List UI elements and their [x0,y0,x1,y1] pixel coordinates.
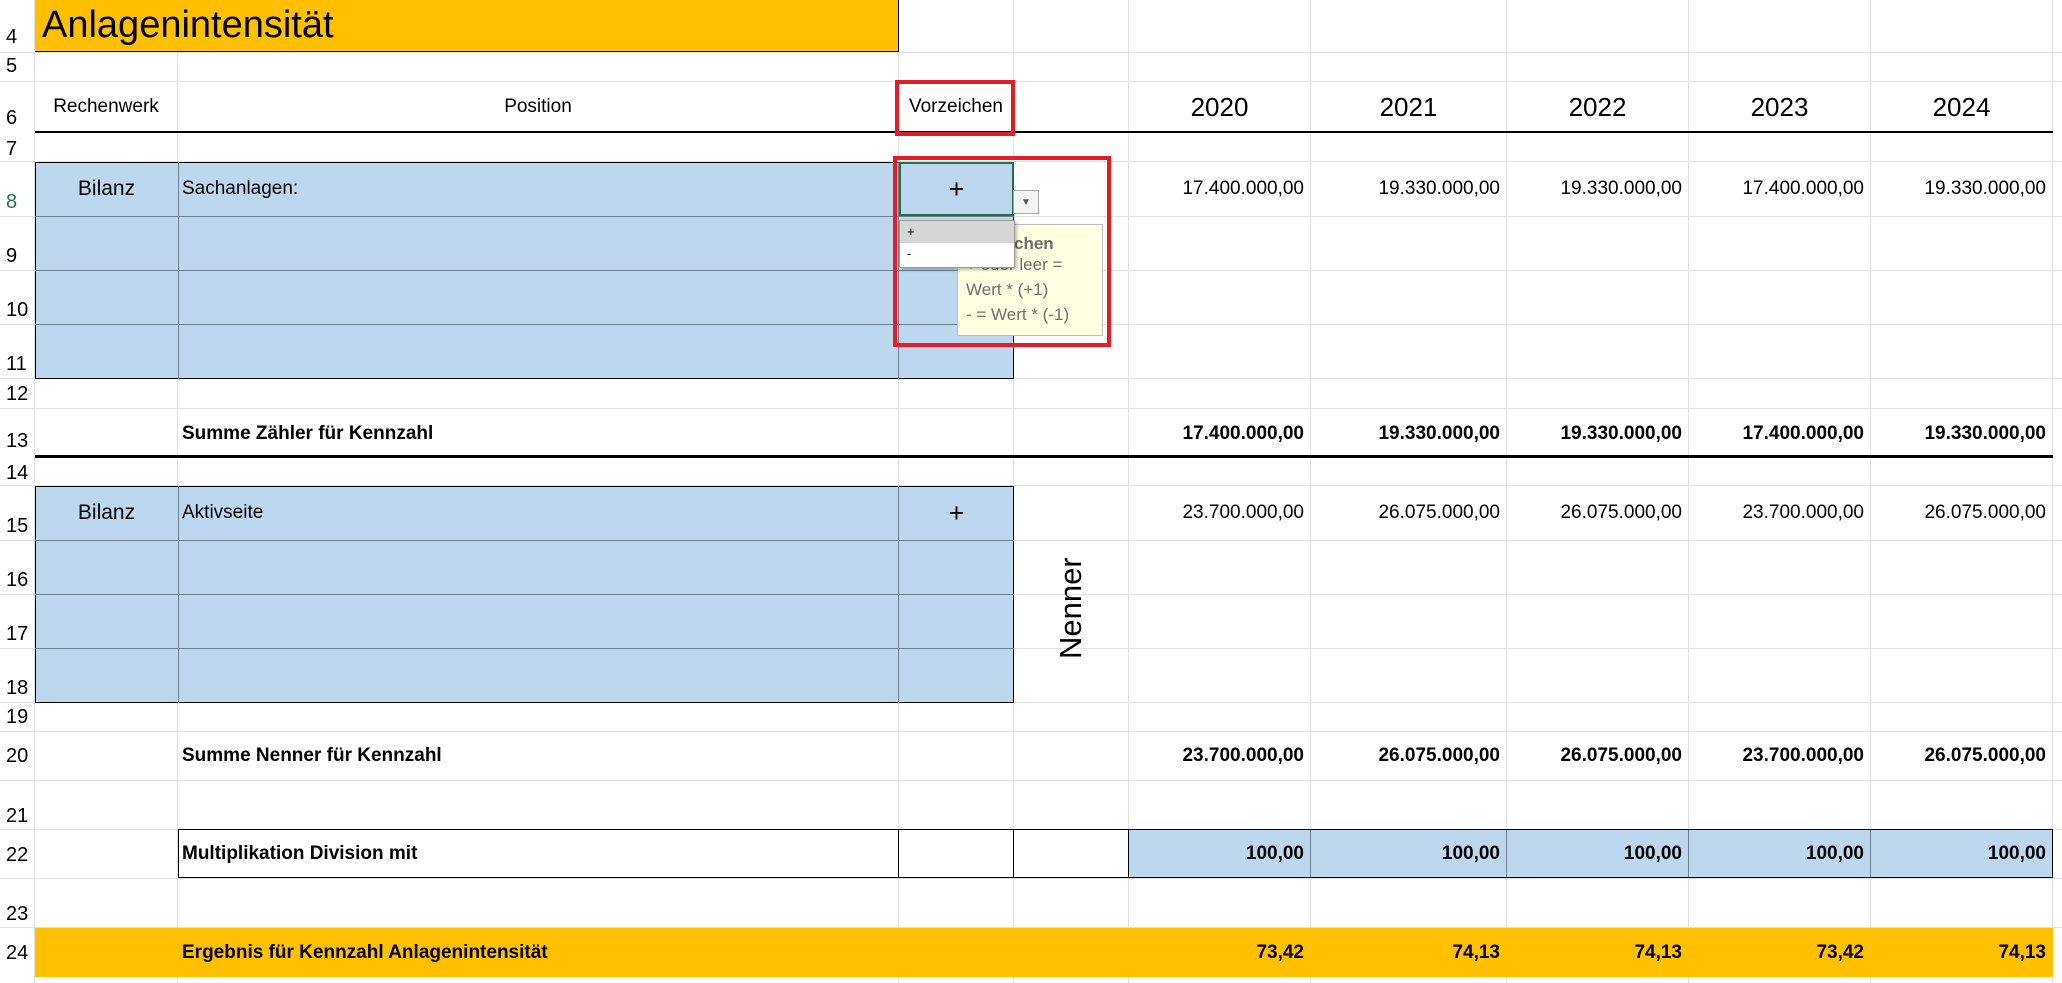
row-number[interactable]: 21 [0,805,34,828]
row-number[interactable]: 22 [0,844,34,867]
multiplikation-2020[interactable]: 100,00 [1129,830,1310,877]
zaehler-value-2021[interactable]: 19.330.000,00 [1311,162,1506,216]
row-number[interactable]: 7 [0,138,34,161]
summe-zaehler-2021[interactable]: 19.330.000,00 [1311,409,1506,458]
summe-zaehler-underline [35,455,2053,458]
summe-zaehler-2023[interactable]: 17.400.000,00 [1689,409,1870,458]
row-number[interactable]: 11 [0,353,34,376]
multiplikation-2024[interactable]: 100,00 [1871,830,2052,877]
row-number[interactable]: 5 [0,55,34,78]
multiplikation-2021[interactable]: 100,00 [1311,830,1506,877]
header-position[interactable]: Position [178,82,898,132]
zaehler-rechenwerk[interactable]: Bilanz [35,162,178,216]
summe-zaehler-label[interactable]: Summe Zähler für Kennzahl [179,409,898,458]
row-number[interactable]: 23 [0,903,34,926]
zaehler-position[interactable]: Sachanlagen: [179,162,898,216]
row-number[interactable]: 15 [0,515,34,538]
nenner-value-2020[interactable]: 23.700.000,00 [1129,486,1310,540]
nenner-vorzeichen[interactable]: + [899,486,1014,540]
summe-zaehler-2024[interactable]: 19.330.000,00 [1871,409,2052,458]
page-title: Anlagenintensität [42,4,334,46]
row-number[interactable]: 12 [0,383,34,406]
header-year-2020[interactable]: 2020 [1129,82,1310,132]
zaehler-value-2023[interactable]: 17.400.000,00 [1689,162,1870,216]
summe-nenner-2020[interactable]: 23.700.000,00 [1129,732,1310,780]
ergebnis-2020[interactable]: 73,42 [1129,928,1310,977]
summe-nenner-2023[interactable]: 23.700.000,00 [1689,732,1870,780]
header-year-2022[interactable]: 2022 [1507,82,1688,132]
row-number[interactable]: 20 [0,745,34,768]
ergebnis-2022[interactable]: 74,13 [1507,928,1688,977]
row-number[interactable]: 4 [0,26,34,49]
row-number[interactable]: 14 [0,462,34,485]
ergebnis-label[interactable]: Ergebnis für Kennzahl Anlagenintensität [179,928,898,977]
row-number[interactable]: 24 [0,942,34,965]
header-year-2021[interactable]: 2021 [1311,82,1506,132]
ergebnis-2021[interactable]: 74,13 [1311,928,1506,977]
summe-zaehler-2022[interactable]: 19.330.000,00 [1507,409,1688,458]
summe-nenner-label[interactable]: Summe Nenner für Kennzahl [179,732,898,780]
nenner-position[interactable]: Aktivseite [179,486,898,540]
header-underline [35,131,2053,133]
header-year-2024[interactable]: 2024 [1871,82,2052,132]
nenner-rechenwerk[interactable]: Bilanz [35,486,178,540]
zaehler-value-2020[interactable]: 17.400.000,00 [1129,162,1310,216]
multiplikation-label[interactable]: Multiplikation Division mit [179,830,898,877]
ergebnis-2024[interactable]: 74,13 [1871,928,2052,977]
row-number[interactable]: 13 [0,430,34,453]
multiplikation-2022[interactable]: 100,00 [1507,830,1688,877]
row-number[interactable]: 8 [0,191,34,214]
header-year-2023[interactable]: 2023 [1689,82,1870,132]
header-rechenwerk[interactable]: Rechenwerk [35,82,177,132]
multiplikation-2023[interactable]: 100,00 [1689,830,1870,877]
zaehler-value-2024[interactable]: 19.330.000,00 [1871,162,2052,216]
nenner-value-2021[interactable]: 26.075.000,00 [1311,486,1506,540]
summe-nenner-2024[interactable]: 26.075.000,00 [1871,732,2052,780]
nenner-value-2022[interactable]: 26.075.000,00 [1507,486,1688,540]
nenner-value-2024[interactable]: 26.075.000,00 [1871,486,2052,540]
row-number[interactable]: 18 [0,677,34,700]
summe-nenner-2021[interactable]: 26.075.000,00 [1311,732,1506,780]
highlight-vorzeichen-header [895,80,1015,136]
row-number[interactable]: 16 [0,569,34,592]
summe-nenner-2022[interactable]: 26.075.000,00 [1507,732,1688,780]
spreadsheet[interactable]: 4 5 6 7 8 9 10 11 12 13 14 15 16 17 18 1… [0,0,2062,983]
row-number[interactable]: 6 [0,107,34,130]
row-number[interactable]: 19 [0,706,34,729]
ergebnis-2023[interactable]: 73,42 [1689,928,1870,977]
nenner-side-label: Nenner [1053,557,1088,659]
nenner-value-2023[interactable]: 23.700.000,00 [1689,486,1870,540]
page-title-cell[interactable]: Anlagenintensität [35,0,899,52]
zaehler-value-2022[interactable]: 19.330.000,00 [1507,162,1688,216]
highlight-dropdown-area [893,156,1111,347]
row-number[interactable]: 10 [0,299,34,322]
summe-zaehler-2020[interactable]: 17.400.000,00 [1129,409,1310,458]
row-number[interactable]: 9 [0,245,34,268]
row-number[interactable]: 17 [0,623,34,646]
